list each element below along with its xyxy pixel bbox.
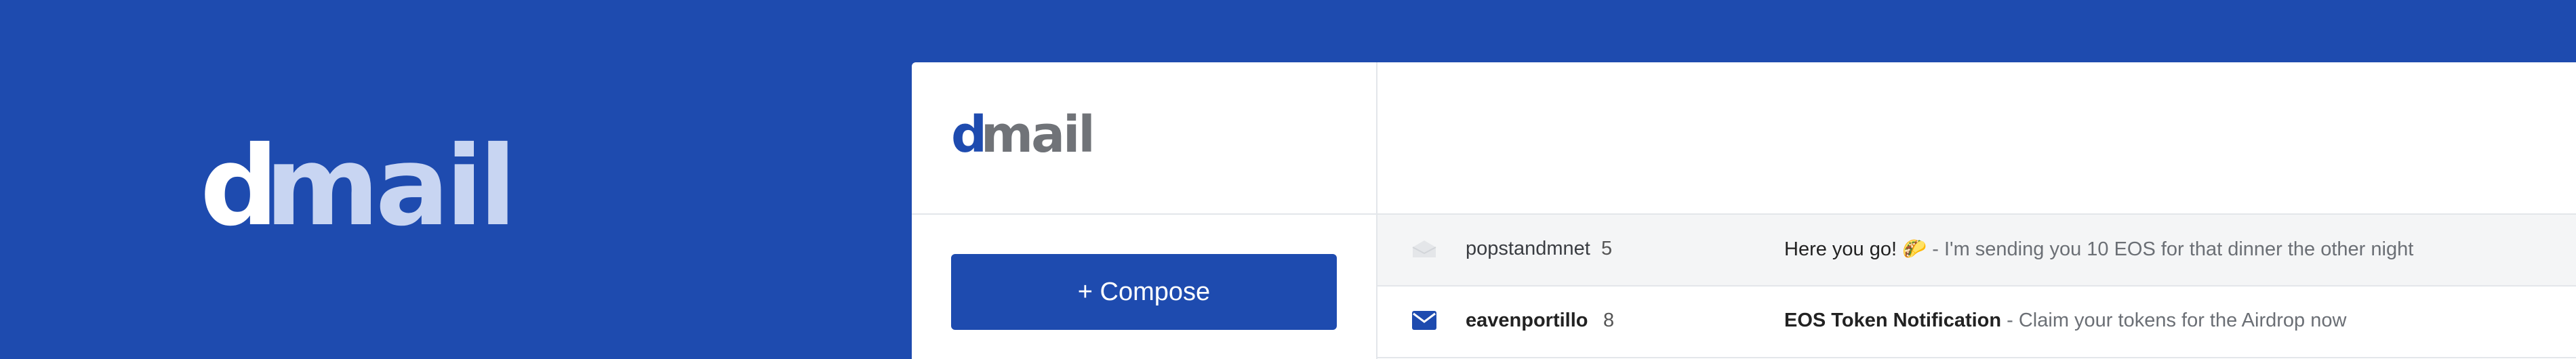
message-snippet: - I'm sending you 10 EOS for that dinner… (1927, 238, 2414, 260)
sidebar: dmail + Compose (912, 62, 1377, 359)
hero-logo: dmail (200, 132, 517, 242)
message-snippet: - Claim your tokens for the Airdrop now (2001, 310, 2347, 331)
message-row[interactable]: popstandmnet 5 Here you go! 🌮 - I'm send… (1377, 215, 2576, 287)
envelope-open-icon (1412, 240, 1436, 257)
message-row[interactable]: eavenportillo 8 EOS Token Notification -… (1377, 287, 2576, 358)
app-logo-mail: mail (980, 106, 1095, 164)
hero-logo-d: d (200, 123, 279, 251)
app-logo[interactable]: dmail (951, 110, 1095, 160)
message-subject: EOS Token Notification (1784, 310, 2002, 331)
message-list: popstandmnet 5 Here you go! 🌮 - I'm send… (1377, 215, 2576, 358)
hero-logo-mail: mail (264, 123, 517, 251)
mail-app-window: dmail + Compose popstandmnet 5 Here you … (912, 62, 2576, 359)
envelope-icon (1412, 311, 1436, 330)
compose-button[interactable]: + Compose (951, 254, 1337, 330)
main-header (1377, 62, 2576, 215)
message-preview: EOS Token Notification - Claim your toke… (1784, 310, 2346, 332)
main-pane: popstandmnet 5 Here you go! 🌮 - I'm send… (1377, 62, 2576, 359)
message-count: 5 (1601, 238, 1613, 259)
message-sender: eavenportillo (1466, 310, 1588, 331)
sidebar-divider (912, 213, 1376, 215)
message-sender: popstandmnet (1466, 238, 1590, 259)
app-logo-d: d (951, 106, 987, 164)
message-subject: Here you go! 🌮 (1784, 238, 1927, 260)
message-count: 8 (1603, 310, 1615, 331)
message-preview: Here you go! 🌮 - I'm sending you 10 EOS … (1784, 238, 2413, 261)
